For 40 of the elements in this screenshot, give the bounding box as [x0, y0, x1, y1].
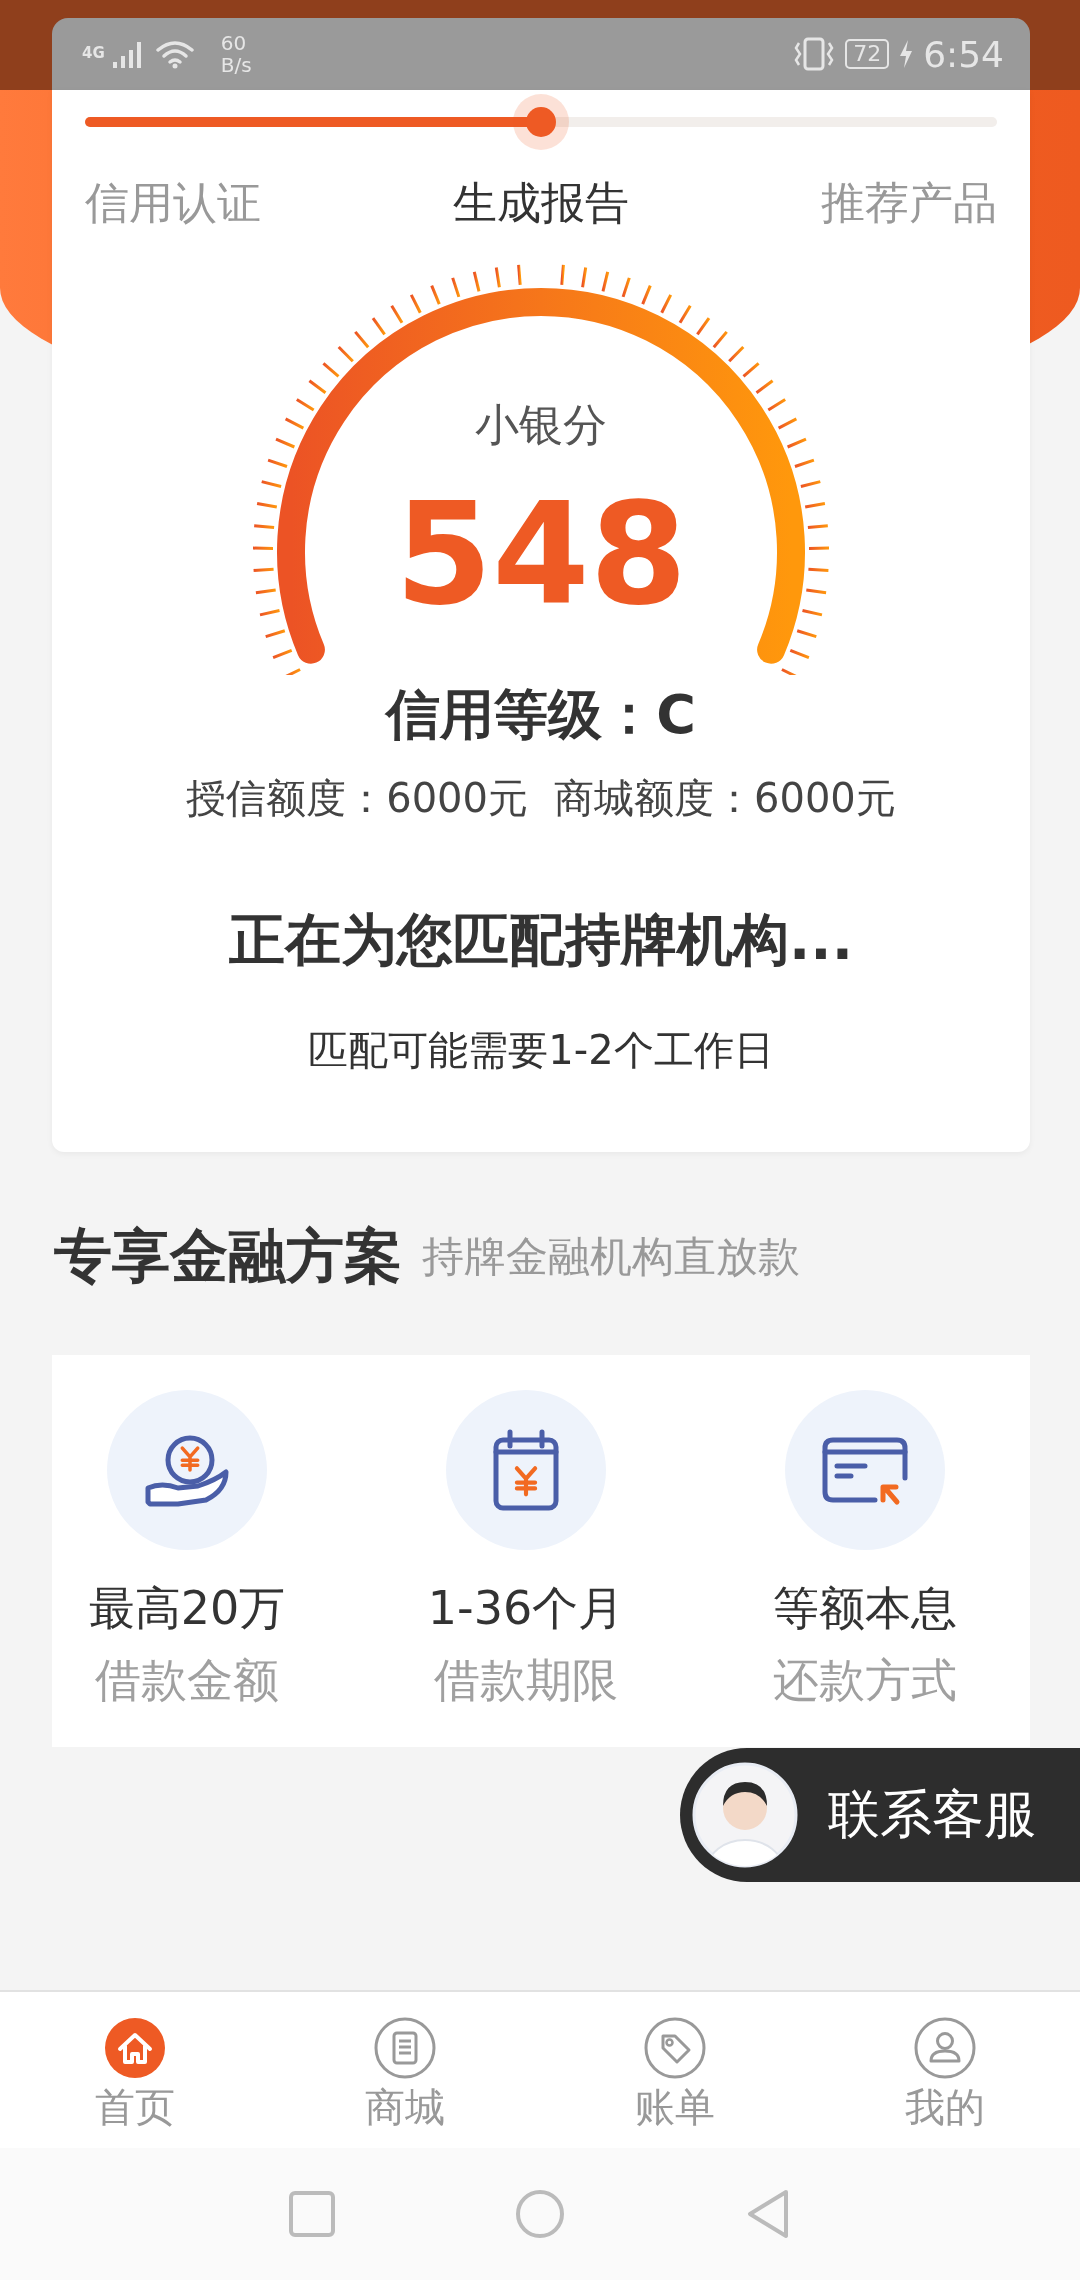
nav-tab[interactable]: 商城 [270, 1992, 540, 2148]
home-icon [103, 2016, 167, 2080]
tag-icon [643, 2016, 707, 2080]
clock: 6:54 [923, 33, 1004, 75]
nav-tab[interactable]: 账单 [540, 1992, 810, 2148]
document-icon [373, 2016, 437, 2080]
credit-limit: 商城额度：6000元 [554, 774, 896, 823]
charging-icon [899, 40, 914, 68]
back-icon[interactable] [745, 2189, 791, 2239]
battery-level: 72 [845, 39, 890, 69]
section-title: 专享金融方案 [54, 1221, 402, 1292]
wifi-icon [154, 39, 195, 69]
vibrate-icon [793, 37, 836, 71]
step-label: 生成报告 [453, 176, 629, 230]
person-icon [913, 2016, 977, 2080]
plan-label: 借款金额 [95, 1652, 279, 1709]
progress-thumb [513, 94, 569, 150]
speed-unit: B/s [220, 54, 252, 76]
score-label: 小银分 [475, 398, 607, 452]
recents-icon[interactable] [289, 2191, 335, 2237]
matching-note: 匹配可能需要1-2个工作日 [308, 1026, 774, 1075]
credit-score: 548 [394, 475, 688, 635]
step-label: 信用认证 [85, 176, 261, 230]
avatar-icon [692, 1762, 798, 1868]
plan-label: 借款期限 [434, 1652, 618, 1709]
credit-grade: 信用等级：C [386, 683, 696, 747]
matching-title: 正在为您匹配持牌机构... [229, 906, 853, 974]
network-speed: 60 [220, 32, 248, 54]
contact-support-button[interactable]: 联系客服 [680, 1748, 1080, 1882]
section-subtitle: 持牌金融机构直放款 [422, 1231, 800, 1283]
plan-value: 等额本息 [773, 1580, 957, 1637]
credit-limit: 授信额度：6000元 [186, 774, 528, 823]
nav-tab[interactable]: 首页 [0, 1992, 270, 2148]
home-button-icon[interactable] [515, 2189, 565, 2239]
network-type: 4G [82, 44, 105, 62]
step-label: 推荐产品 [821, 176, 997, 230]
nav-tab[interactable]: 我的 [810, 1992, 1080, 2148]
plan-label: 还款方式 [773, 1652, 957, 1709]
plan-value: 1-36个月 [427, 1580, 625, 1637]
plan-value: 最高20万 [88, 1580, 286, 1637]
